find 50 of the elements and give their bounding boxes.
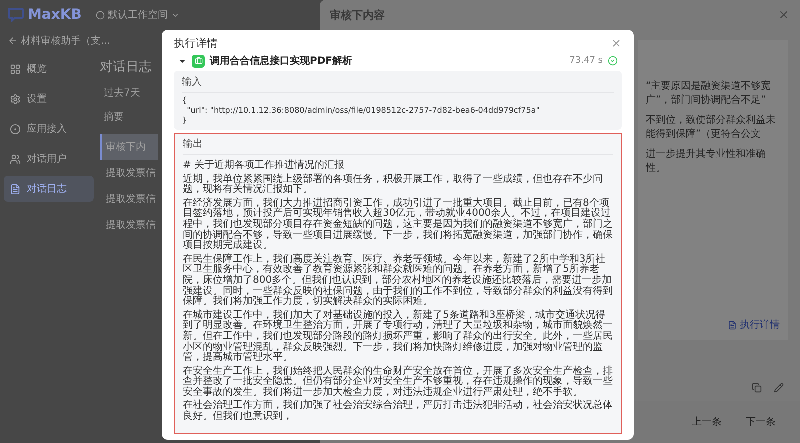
nav-item[interactable]: 对话日志 (4, 176, 94, 202)
nav-icon (10, 184, 21, 194)
output-paragraph: 在城市建设工作中，我们加大了对基础设施的投入，新建了5条道路和3座桥梁，城市交通状况得到了明显改善。在环境卫生整治方面，开展了专项行动，清理了大量垃圾和杂物，城市面貌焕然一新。但在工作中，我们也发现部分路段的路灯损坏严重，影响了群众的出行安全。此外，一些居民小区的物业管理混乱，群众反映强烈。下一步，我们将加快路灯维修进度，加强对物业管理的监管，提高城市管理水平。 (183, 310, 613, 364)
back-icon (8, 36, 18, 46)
details-link[interactable]: 执行详情 (728, 318, 780, 332)
workspace-selector[interactable]: 默认工作空间 (96, 8, 180, 22)
nav-item[interactable]: 设置 (4, 86, 94, 112)
output-paragraph: # 关于近期各项工作推进情况的汇报 (183, 161, 346, 172)
logo-text: MaxKB (28, 7, 82, 23)
app-name[interactable]: 材料审核助手（支... (0, 30, 119, 52)
page-title: 对话日志 (100, 59, 152, 76)
nav-icon (10, 124, 21, 134)
close-icon[interactable] (778, 9, 790, 21)
workspace-icon (96, 10, 105, 20)
table-row[interactable]: 提取发票信 (100, 212, 158, 238)
step-duration: 73.47 s (570, 56, 603, 66)
nav-item[interactable]: 概览 (4, 56, 94, 82)
message-text: 不到位，致使部分群众利益未能得到保障”（更符合公文 (646, 114, 777, 142)
nav-icon (10, 64, 21, 74)
chat-bubble-icon (8, 8, 24, 22)
output-paragraph: 在社会治理工作方面，我们加强了社会治安综合治理，严厉打击违法犯罪活动，社会治安状况总体良好。但我们也意识到， (183, 401, 613, 423)
edit-icon[interactable] (774, 383, 784, 393)
date-filter[interactable]: 过去7天 (100, 86, 140, 100)
table-row[interactable]: 审核下内 (100, 134, 158, 160)
output-label: 输出 (183, 137, 613, 155)
dialog-title: 执行详情 (174, 36, 218, 51)
step-title: 调用合合信息接口实现PDF解析 (210, 54, 354, 68)
document-icon (728, 320, 737, 330)
check-circle-icon (608, 56, 618, 66)
nav-icon (10, 94, 21, 104)
briefcase-icon (192, 54, 205, 68)
nav-icon (10, 154, 21, 164)
close-icon[interactable] (611, 38, 622, 49)
nav-item[interactable]: 对话用户 (4, 146, 94, 172)
output-paragraph: 在民生保障工作上，我们高度关注教育、医疗、养老等领域。今年以来，新建了2所中学和3所社区卫生服务中心，有效改善了教育资源紧张和群众就医难的问题。在养老方面，新增了5所养老院，床位增加了800多个。但我们也认识到，部分农村地区的养老设施还比较落后，需要进一步加强建设。同时，一些群众反映的社保问题，由于我们的工作不到位，导致部分群众的利益没有得到保障。我们将加强工作力度，切实解决群众的实际困难。 (183, 254, 613, 308)
column-header: 摘要 (103, 110, 124, 124)
drawer-title: 审核下内容 (330, 8, 385, 22)
output-paragraph: 在经济发展方面，我们大力推进招商引资工作，成功引进了一批重大项目。截止目前，已有8个项目签约落地，预计投产后可实现年销售收入超30亿元，带动就业4000余人。不过，在项目建设过程中，我们也发现部分项目存在资金短缺的问题，这主要是因为我们的融资渠道不够宽广，部门之间的协调配合不够，导致一些项目进展缓慢。下一步，我们将拓宽融资渠道，加强部门协作，确保项目按期完成建设。 (183, 198, 613, 252)
message-text: “主要原因是融资渠道不够宽广”，部门间协调配合不足” (646, 80, 772, 108)
message-text: 进一步提升其专业性和准确性。 (646, 148, 767, 176)
copy-icon[interactable] (752, 383, 762, 393)
nav-item[interactable]: 应用接入 (4, 116, 94, 142)
table-row[interactable]: 提取发票信 (100, 160, 158, 186)
input-label: 输入 (182, 75, 614, 93)
prev-button[interactable]: 上一条 (692, 415, 722, 429)
output-paragraph: 在安全生产工作上，我们始终把人民群众的生命财产安全放在首位，开展了多次安全生产检查，排查并整改了一批安全隐患。但仍有部分企业对安全生产不够重视，存在违规操作的现象，导致一些安全事故的发生。我们将进一步加大检查力度，对违法违规企业进行严肃处理，绝不手软。 (183, 366, 613, 398)
table-row[interactable]: 提取发票信 (100, 186, 158, 212)
next-button[interactable]: 下一条 (746, 415, 776, 429)
input-code: { "url": "http://10.1.12.36:8080/admin/oss/file/0198512c-2757-7d82-bea6-04dd979cf75a" } (182, 96, 541, 126)
output-paragraph: 近期，我单位紧紧围绕上级部署的各项任务，积极开展工作，取得了一些成绩，但也存在不少问题，现将有关情况汇报如下。 (183, 174, 604, 196)
